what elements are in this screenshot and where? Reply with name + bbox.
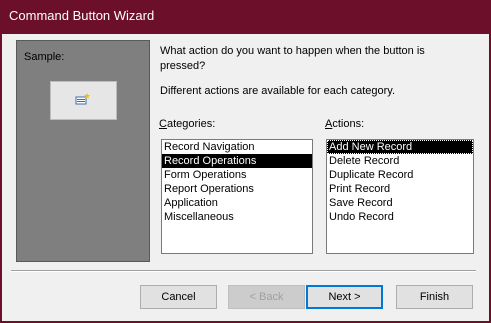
actions-item[interactable]: Add New Record (327, 140, 473, 154)
actions-item[interactable]: Print Record (327, 182, 473, 196)
categories-item[interactable]: Application (162, 196, 312, 210)
separator-line (11, 270, 476, 272)
next-button[interactable]: Next > (306, 285, 383, 309)
sample-panel: Sample: (16, 40, 150, 262)
categories-label: Categories: (159, 118, 216, 130)
categories-item[interactable]: Miscellaneous (162, 210, 312, 224)
wizard-window: Command Button Wizard Sample: What actio… (0, 0, 491, 323)
add-new-record-icon (75, 93, 91, 108)
actions-item[interactable]: Undo Record (327, 210, 473, 224)
sample-button-preview (50, 81, 117, 120)
categories-listbox[interactable]: Record Navigation Record Operations Form O… (161, 139, 313, 254)
actions-item[interactable]: Save Record (327, 196, 473, 210)
description-text: Different actions are available for each… (160, 85, 396, 97)
back-button[interactable]: < Back (228, 285, 305, 309)
window-title: Command Button Wizard (9, 8, 155, 23)
categories-item[interactable]: Record Navigation (162, 140, 312, 154)
actions-label-rest: ctions: (332, 118, 365, 130)
title-bar[interactable]: Command Button Wizard (0, 0, 491, 34)
wizard-body: Sample: What action do you want to happe… (2, 34, 489, 321)
actions-item[interactable]: Duplicate Record (327, 168, 473, 182)
actions-listbox[interactable]: Add New Record Delete Record Duplicate Rec… (326, 139, 474, 254)
categories-item[interactable]: Record Operations (162, 154, 312, 168)
cancel-button[interactable]: Cancel (140, 285, 217, 309)
categories-label-rest: ategories: (166, 118, 216, 130)
actions-item[interactable]: Delete Record (327, 154, 473, 168)
actions-label: Actions: (325, 118, 365, 130)
categories-item[interactable]: Form Operations (162, 168, 312, 182)
categories-item[interactable]: Report Operations (162, 182, 312, 196)
question-text: What action do you want to happen when t… (160, 45, 425, 72)
finish-button[interactable]: Finish (396, 285, 473, 309)
sample-label: Sample: (24, 51, 65, 63)
